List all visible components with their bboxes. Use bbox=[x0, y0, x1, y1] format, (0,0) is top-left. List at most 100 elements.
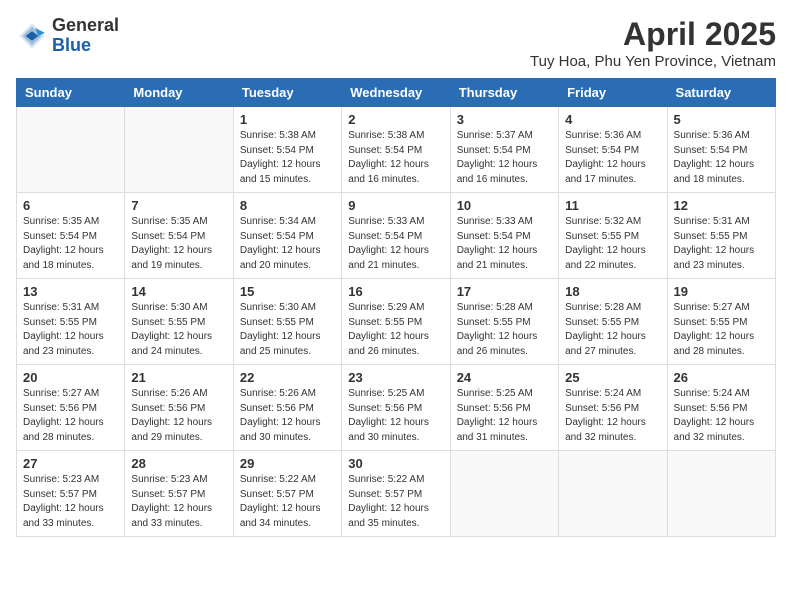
calendar-cell: 26 Sunrise: 5:24 AM Sunset: 5:56 PM Dayli… bbox=[667, 365, 775, 451]
day-info: Sunrise: 5:28 AM Sunset: 5:55 PM Dayligh… bbox=[565, 301, 660, 359]
day-number: 1 bbox=[240, 112, 335, 127]
day-number: 2 bbox=[348, 112, 443, 127]
calendar-cell: 21 Sunrise: 5:26 AM Sunset: 5:56 PM Dayli… bbox=[125, 365, 233, 451]
day-number: 7 bbox=[131, 198, 226, 213]
day-number: 14 bbox=[131, 284, 226, 299]
day-number: 27 bbox=[23, 456, 118, 471]
calendar-cell: 5 Sunrise: 5:36 AM Sunset: 5:54 PM Daylig… bbox=[667, 107, 775, 193]
calendar-table: SundayMondayTuesdayWednesdayThursdayFrid… bbox=[16, 78, 776, 537]
day-header-thursday: Thursday bbox=[450, 79, 558, 107]
calendar-cell: 19Sunrise: 5:27 AM Sunset: 5:55 PM Dayli… bbox=[667, 279, 775, 365]
location: Tuy Hoa, Phu Yen Province, Vietnam bbox=[530, 53, 776, 70]
day-info: Sunrise: 5:22 AM Sunset: 5:57 PM Dayligh… bbox=[348, 473, 443, 531]
day-header-wednesday: Wednesday bbox=[342, 79, 450, 107]
calendar-week-4: 20Sunrise: 5:27 AM Sunset: 5:56 PM Dayli… bbox=[17, 365, 776, 451]
day-number: 15 bbox=[240, 284, 335, 299]
day-info: Sunrise: 5:24 AM Sunset: 5:56 PM Dayligh… bbox=[674, 387, 769, 445]
day-header-sunday: Sunday bbox=[17, 79, 125, 107]
day-info: Sunrise: 5:33 AM Sunset: 5:54 PM Dayligh… bbox=[457, 215, 552, 273]
day-number: 29 bbox=[240, 456, 335, 471]
calendar-cell: 18 Sunrise: 5:28 AM Sunset: 5:55 PM Dayli… bbox=[559, 279, 667, 365]
calendar-cell: 10Sunrise: 5:33 AM Sunset: 5:54 PM Dayli… bbox=[450, 193, 558, 279]
day-info: Sunrise: 5:25 AM Sunset: 5:56 PM Dayligh… bbox=[348, 387, 443, 445]
calendar-cell: 2 Sunrise: 5:38 AM Sunset: 5:54 PM Daylig… bbox=[342, 107, 450, 193]
calendar-cell: 3 Sunrise: 5:37 AM Sunset: 5:54 PM Daylig… bbox=[450, 107, 558, 193]
calendar-header-row: SundayMondayTuesdayWednesdayThursdayFrid… bbox=[17, 79, 776, 107]
day-number: 25 bbox=[565, 370, 660, 385]
day-number: 19 bbox=[674, 284, 769, 299]
day-number: 24 bbox=[457, 370, 552, 385]
day-info: Sunrise: 5:30 AM Sunset: 5:55 PM Dayligh… bbox=[240, 301, 335, 359]
day-number: 23 bbox=[348, 370, 443, 385]
calendar-cell bbox=[125, 107, 233, 193]
day-info: Sunrise: 5:31 AM Sunset: 5:55 PM Dayligh… bbox=[674, 215, 769, 273]
day-info: Sunrise: 5:37 AM Sunset: 5:54 PM Dayligh… bbox=[457, 129, 552, 187]
day-number: 5 bbox=[674, 112, 769, 127]
calendar-cell: 27Sunrise: 5:23 AM Sunset: 5:57 PM Dayli… bbox=[17, 451, 125, 537]
calendar-cell: 15 Sunrise: 5:30 AM Sunset: 5:55 PM Dayli… bbox=[233, 279, 341, 365]
day-number: 9 bbox=[348, 198, 443, 213]
day-info: Sunrise: 5:38 AM Sunset: 5:54 PM Dayligh… bbox=[348, 129, 443, 187]
day-number: 4 bbox=[565, 112, 660, 127]
calendar-cell: 14 Sunrise: 5:30 AM Sunset: 5:55 PM Dayli… bbox=[125, 279, 233, 365]
day-info: Sunrise: 5:25 AM Sunset: 5:56 PM Dayligh… bbox=[457, 387, 552, 445]
calendar-cell: 8 Sunrise: 5:34 AM Sunset: 5:54 PM Daylig… bbox=[233, 193, 341, 279]
day-info: Sunrise: 5:26 AM Sunset: 5:56 PM Dayligh… bbox=[240, 387, 335, 445]
calendar-cell: 9 Sunrise: 5:33 AM Sunset: 5:54 PM Daylig… bbox=[342, 193, 450, 279]
calendar-cell: 1 Sunrise: 5:38 AM Sunset: 5:54 PM Daylig… bbox=[233, 107, 341, 193]
calendar-week-5: 27 Sunrise: 5:23 AM Sunset: 5:57 PM Dayli… bbox=[17, 451, 776, 537]
day-info: Sunrise: 5:38 AM Sunset: 5:54 PM Dayligh… bbox=[240, 129, 335, 187]
day-info: Sunrise: 5:34 AM Sunset: 5:54 PM Dayligh… bbox=[240, 215, 335, 273]
day-number: 13 bbox=[23, 284, 118, 299]
day-info: Sunrise: 5:26 AM Sunset: 5:56 PM Dayligh… bbox=[131, 387, 226, 445]
day-header-friday: Friday bbox=[559, 79, 667, 107]
calendar-week-1: 1 Sunrise: 5:38 AM Sunset: 5:54 PM Daylig… bbox=[17, 107, 776, 193]
title-block: April 2025 Tuy Hoa, Phu Yen Province, Vi… bbox=[530, 16, 776, 70]
day-number: 12 bbox=[674, 198, 769, 213]
calendar-cell: 25 Sunrise: 5:24 AM Sunset: 5:56 PM Dayli… bbox=[559, 365, 667, 451]
calendar-cell bbox=[17, 107, 125, 193]
day-number: 3 bbox=[457, 112, 552, 127]
calendar-cell: 24 Sunrise: 5:25 AM Sunset: 5:56 PM Dayli… bbox=[450, 365, 558, 451]
day-info: Sunrise: 5:35 AM Sunset: 5:54 PM Dayligh… bbox=[131, 215, 226, 273]
day-number: 6 bbox=[23, 198, 118, 213]
day-info: Sunrise: 5:27 AM Sunset: 5:56 PM Dayligh… bbox=[23, 387, 118, 445]
day-info: Sunrise: 5:30 AM Sunset: 5:55 PM Dayligh… bbox=[131, 301, 226, 359]
day-number: 22 bbox=[240, 370, 335, 385]
calendar-cell: 7 Sunrise: 5:35 AM Sunset: 5:54 PM Daylig… bbox=[125, 193, 233, 279]
calendar-cell: 4 Sunrise: 5:36 AM Sunset: 5:54 PM Daylig… bbox=[559, 107, 667, 193]
calendar-cell: 30 Sunrise: 5:22 AM Sunset: 5:57 PM Dayli… bbox=[342, 451, 450, 537]
logo-text: General Blue bbox=[52, 16, 119, 56]
day-number: 8 bbox=[240, 198, 335, 213]
calendar-cell: 12 Sunrise: 5:31 AM Sunset: 5:55 PM Dayli… bbox=[667, 193, 775, 279]
day-info: Sunrise: 5:35 AM Sunset: 5:54 PM Dayligh… bbox=[23, 215, 118, 273]
day-header-monday: Monday bbox=[125, 79, 233, 107]
calendar-cell: 22 Sunrise: 5:26 AM Sunset: 5:56 PM Dayli… bbox=[233, 365, 341, 451]
day-number: 28 bbox=[131, 456, 226, 471]
calendar-cell bbox=[667, 451, 775, 537]
day-info: Sunrise: 5:33 AM Sunset: 5:54 PM Dayligh… bbox=[348, 215, 443, 273]
day-number: 18 bbox=[565, 284, 660, 299]
day-number: 30 bbox=[348, 456, 443, 471]
day-number: 26 bbox=[674, 370, 769, 385]
calendar-cell: 17Sunrise: 5:28 AM Sunset: 5:55 PM Dayli… bbox=[450, 279, 558, 365]
day-info: Sunrise: 5:36 AM Sunset: 5:54 PM Dayligh… bbox=[565, 129, 660, 187]
day-info: Sunrise: 5:23 AM Sunset: 5:57 PM Dayligh… bbox=[131, 473, 226, 531]
calendar-cell: 28 Sunrise: 5:23 AM Sunset: 5:57 PM Dayli… bbox=[125, 451, 233, 537]
day-info: Sunrise: 5:32 AM Sunset: 5:55 PM Dayligh… bbox=[565, 215, 660, 273]
day-number: 11 bbox=[565, 198, 660, 213]
day-info: Sunrise: 5:31 AM Sunset: 5:55 PM Dayligh… bbox=[23, 301, 118, 359]
logo: General Blue bbox=[16, 16, 119, 56]
calendar-cell: 20Sunrise: 5:27 AM Sunset: 5:56 PM Dayli… bbox=[17, 365, 125, 451]
day-header-saturday: Saturday bbox=[667, 79, 775, 107]
day-info: Sunrise: 5:28 AM Sunset: 5:55 PM Dayligh… bbox=[457, 301, 552, 359]
day-info: Sunrise: 5:29 AM Sunset: 5:55 PM Dayligh… bbox=[348, 301, 443, 359]
day-info: Sunrise: 5:36 AM Sunset: 5:54 PM Dayligh… bbox=[674, 129, 769, 187]
calendar-cell: 13 Sunrise: 5:31 AM Sunset: 5:55 PM Dayli… bbox=[17, 279, 125, 365]
calendar-cell: 6 Sunrise: 5:35 AM Sunset: 5:54 PM Daylig… bbox=[17, 193, 125, 279]
day-number: 21 bbox=[131, 370, 226, 385]
calendar-week-2: 6 Sunrise: 5:35 AM Sunset: 5:54 PM Daylig… bbox=[17, 193, 776, 279]
day-info: Sunrise: 5:24 AM Sunset: 5:56 PM Dayligh… bbox=[565, 387, 660, 445]
calendar-cell: 16Sunrise: 5:29 AM Sunset: 5:55 PM Dayli… bbox=[342, 279, 450, 365]
calendar-cell: 23 Sunrise: 5:25 AM Sunset: 5:56 PM Dayli… bbox=[342, 365, 450, 451]
